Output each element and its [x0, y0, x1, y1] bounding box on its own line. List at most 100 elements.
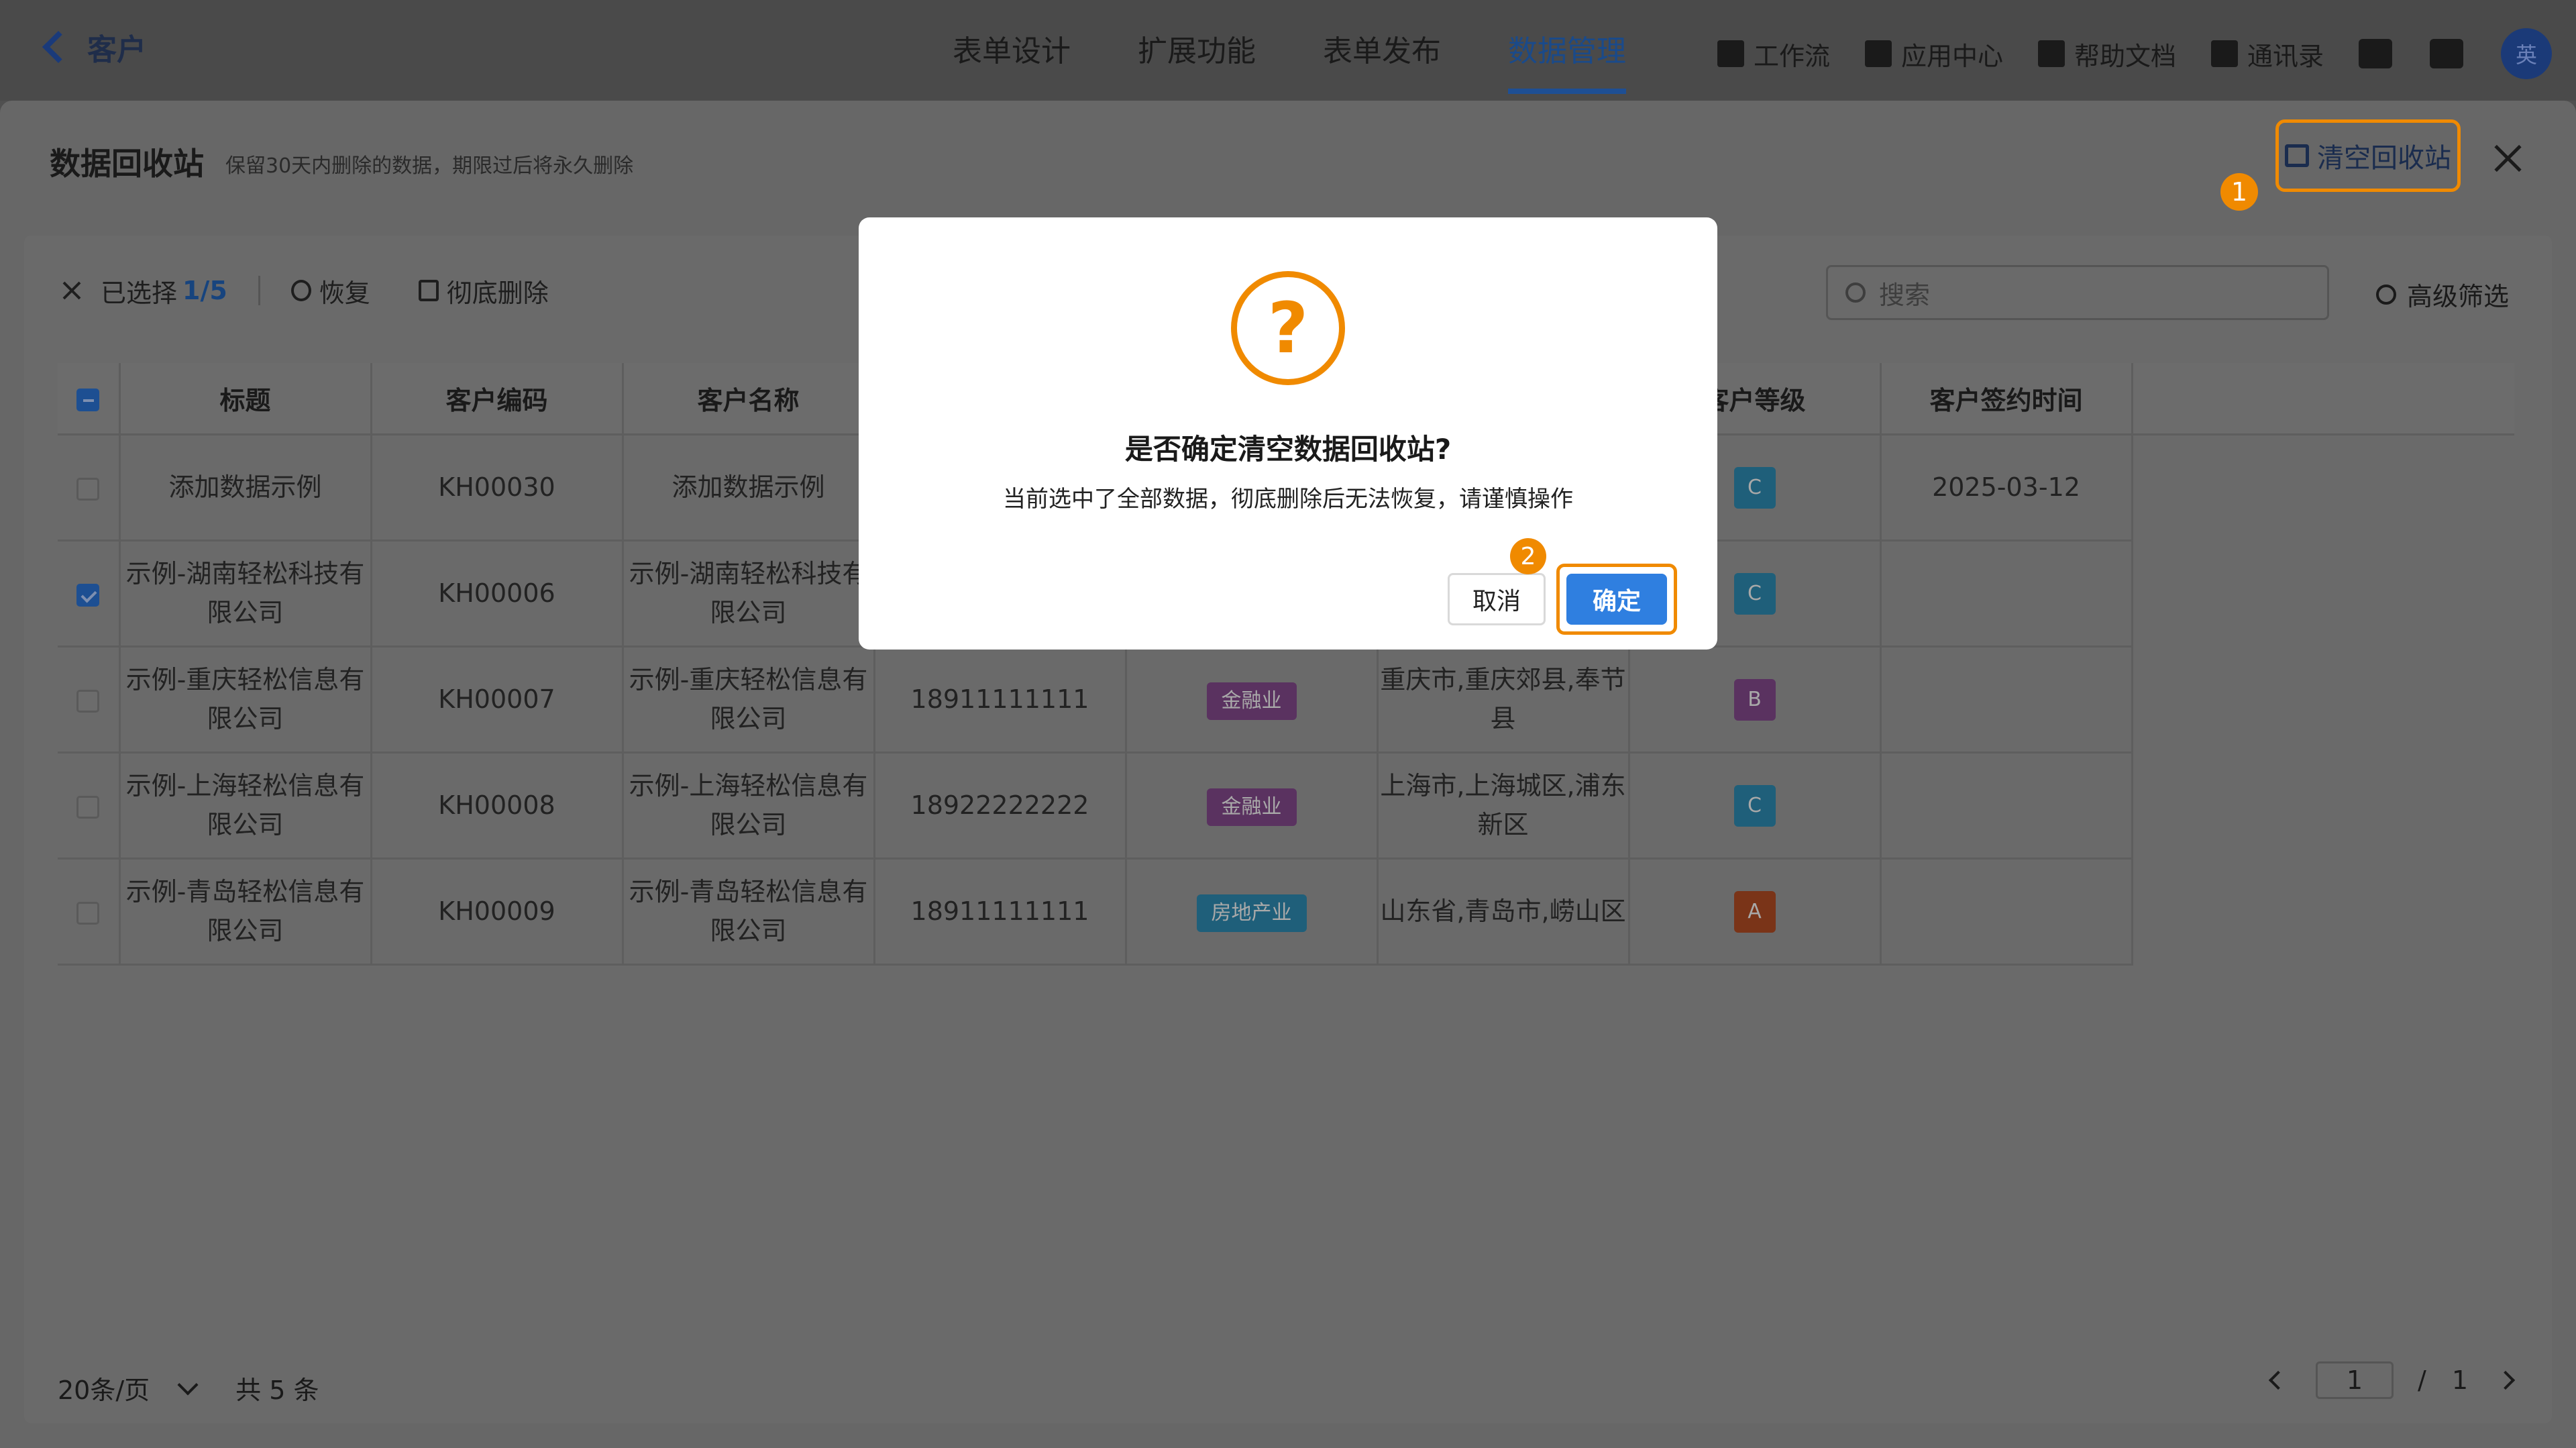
row-checkbox-cell[interactable]: [58, 540, 121, 648]
recycle-panel-header: 数据回收站 保留30天内删除的数据，期限过后将永久删除 清空回收站 1: [0, 101, 2576, 211]
advanced-filter-button[interactable]: 高级筛选: [2376, 276, 2509, 313]
chevron-down-icon[interactable]: [177, 1374, 199, 1396]
workflow-button[interactable]: 工作流: [1717, 36, 1830, 72]
selected-count: 1/5: [182, 276, 227, 305]
page-input[interactable]: 1: [2316, 1361, 2394, 1399]
row-checkbox[interactable]: [76, 689, 100, 713]
cell-region: 重庆市,重庆郊县,奉节县: [1377, 646, 1630, 754]
cell-title: 示例-重庆轻松信息有限公司: [119, 646, 372, 754]
help-doc-button[interactable]: 帮助文档: [2038, 36, 2176, 72]
confirm-highlight: 确定: [1556, 564, 1677, 635]
empty-recycle-label: 清空回收站: [2317, 143, 2451, 174]
dialog-description: 当前选中了全部数据，彻底删除后无法恢复，请谨慎操作: [1003, 486, 1573, 513]
cell-industry: 金融业: [1126, 752, 1379, 860]
level-badge: C: [1733, 573, 1776, 615]
pagination-left: 20条/页 共 5 条: [58, 1369, 319, 1406]
table-row[interactable]: 示例-上海轻松信息有限公司 KH00008 示例-上海轻松信息有限公司 1892222…: [58, 752, 2514, 860]
trash-icon: [418, 280, 439, 301]
cell-phone: 18911111111: [874, 646, 1127, 754]
cell-industry: 房地产业: [1126, 858, 1379, 966]
select-all-cell[interactable]: [58, 363, 121, 435]
delete-forever-button[interactable]: 彻底删除: [418, 272, 549, 309]
cell-title: 示例-湖南轻松科技有限公司: [119, 540, 372, 648]
restore-button[interactable]: 恢复: [290, 272, 370, 309]
app-center-label: 应用中心: [1901, 41, 2004, 71]
cell-title: 示例-青岛轻松信息有限公司: [119, 858, 372, 966]
cell-name: 添加数据示例: [623, 434, 875, 541]
select-all-checkbox[interactable]: [76, 388, 100, 411]
prev-page-icon[interactable]: [2268, 1370, 2288, 1390]
cell-signed: [1880, 540, 2133, 648]
cell-filler: [2132, 540, 2514, 646]
filter-search-icon: [2376, 284, 2396, 305]
table-row[interactable]: 示例-重庆轻松信息有限公司 KH00007 示例-重庆轻松信息有限公司 1891111…: [58, 646, 2514, 754]
row-checkbox[interactable]: [76, 477, 100, 501]
contacts-button[interactable]: 通讯录: [2211, 36, 2324, 72]
row-checkbox[interactable]: [76, 583, 100, 607]
app-center-button[interactable]: 应用中心: [1865, 36, 2003, 72]
delete-forever-label: 彻底删除: [446, 278, 549, 308]
row-checkbox-cell[interactable]: [58, 858, 121, 966]
page-separator: /: [2418, 1365, 2426, 1395]
workflow-icon: [1717, 40, 1744, 67]
search-icon: [1845, 282, 1866, 303]
top-tools: 工作流 应用中心 帮助文档 通讯录 英: [1717, 28, 2553, 79]
row-checkbox-cell[interactable]: [58, 752, 121, 860]
restore-label: 恢复: [319, 278, 370, 308]
undo-icon: [290, 280, 311, 301]
language-icon[interactable]: [2430, 39, 2464, 68]
search-input[interactable]: 搜索: [1826, 265, 2329, 320]
selection-toolbar: 已选择 1/5 恢复 彻底删除: [62, 270, 597, 311]
close-icon[interactable]: [2490, 141, 2525, 176]
table-row[interactable]: 示例-青岛轻松信息有限公司 KH00009 示例-青岛轻松信息有限公司 1891111…: [58, 858, 2514, 966]
industry-tag: 金融业: [1206, 788, 1297, 826]
row-checkbox-cell[interactable]: [58, 434, 121, 541]
row-checkbox[interactable]: [76, 795, 100, 819]
row-checkbox-cell[interactable]: [58, 646, 121, 754]
page-size-select[interactable]: 20条/页: [58, 1369, 150, 1406]
toolbar-divider: [258, 276, 260, 305]
confirm-dialog: ? 是否确定清空数据回收站? 当前选中了全部数据，彻底删除后无法恢复，请谨慎操作…: [859, 217, 1717, 650]
panel-subtitle: 保留30天内删除的数据，期限过后将永久删除: [225, 154, 634, 178]
app-center-icon: [1865, 40, 1892, 67]
total-count: 共 5 条: [235, 1376, 319, 1405]
cell-region: 山东省,青岛市,崂山区: [1377, 858, 1630, 966]
tab-extensions[interactable]: 扩展功能: [1138, 27, 1256, 94]
cell-title: 添加数据示例: [119, 434, 372, 541]
cell-industry: 金融业: [1126, 646, 1379, 754]
cell-filler: [2132, 752, 2514, 858]
message-icon[interactable]: [2359, 39, 2393, 68]
level-badge: C: [1733, 785, 1776, 827]
clear-selection-icon[interactable]: [62, 280, 82, 301]
row-checkbox[interactable]: [76, 901, 100, 925]
total-pages: 1: [2451, 1365, 2468, 1395]
industry-tag: 房地产业: [1196, 894, 1307, 932]
app-title: 客户: [87, 33, 146, 67]
step-badge-1: 1: [2220, 173, 2258, 211]
cell-name: 示例-重庆轻松信息有限公司: [623, 646, 875, 754]
cell-filler: [2132, 858, 2514, 964]
back-button[interactable]: 客户: [40, 25, 146, 68]
col-filler: [2132, 363, 2514, 435]
dialog-title: 是否确定清空数据回收站?: [1124, 433, 1452, 466]
cell-name: 示例-青岛轻松信息有限公司: [623, 858, 875, 966]
col-name: 客户名称: [623, 363, 875, 435]
tab-data-management[interactable]: 数据管理: [1508, 27, 1626, 94]
next-page-icon[interactable]: [2496, 1370, 2516, 1390]
question-icon: ?: [1231, 271, 1345, 385]
tab-form-design[interactable]: 表单设计: [953, 27, 1071, 94]
cell-code: KH00008: [371, 752, 624, 860]
tab-form-publish[interactable]: 表单发布: [1323, 27, 1441, 94]
cell-name: 示例-上海轻松信息有限公司: [623, 752, 875, 860]
cell-phone: 18922222222: [874, 752, 1127, 860]
avatar[interactable]: 英: [2501, 28, 2553, 79]
selected-label: 已选择: [101, 278, 178, 308]
confirm-button[interactable]: 确定: [1566, 574, 1667, 625]
cell-code: KH00009: [371, 858, 624, 966]
cell-level: B: [1629, 646, 1882, 754]
empty-recycle-button[interactable]: 清空回收站: [2275, 119, 2461, 192]
cancel-button[interactable]: 取消: [1448, 573, 1546, 625]
step-badge-2: 2: [1510, 538, 1546, 574]
cell-level: C: [1629, 752, 1882, 860]
panel-title: 数据回收站: [50, 146, 204, 182]
